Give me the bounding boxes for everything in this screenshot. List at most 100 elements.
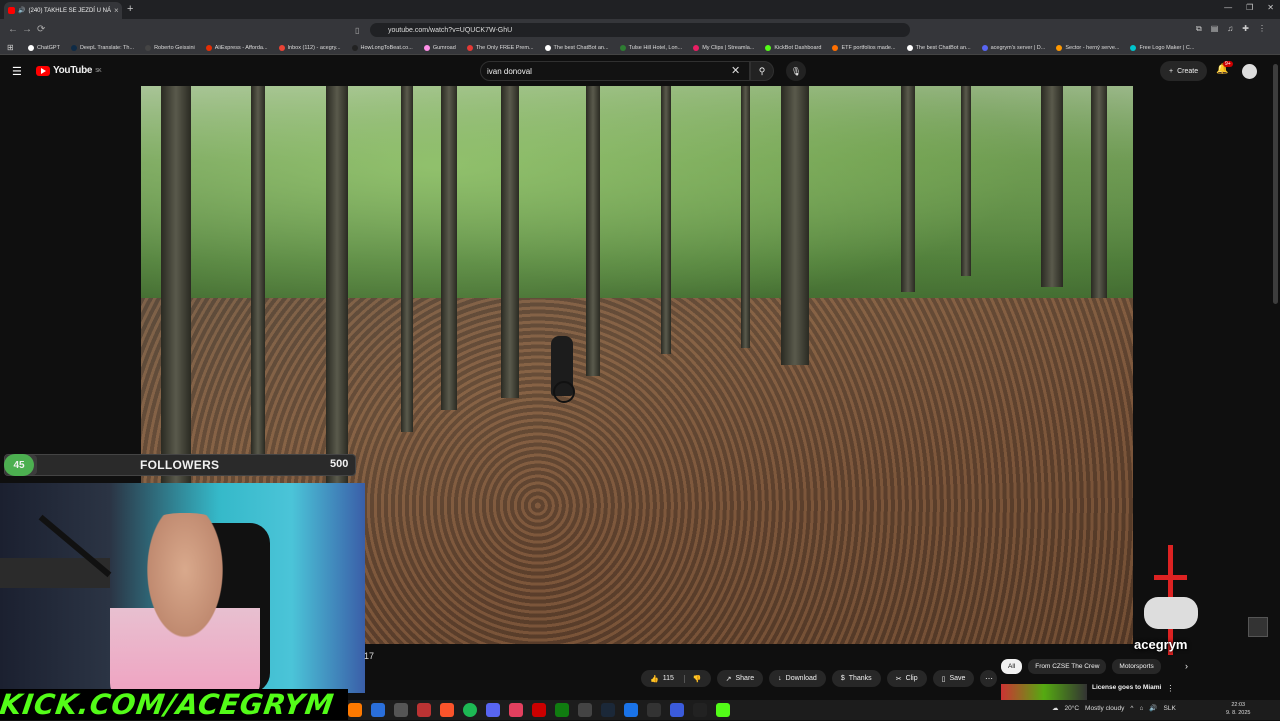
like-button[interactable]: 👍 115 👎 [641, 670, 711, 687]
bookmark-item[interactable]: The Only FREE Prem... [466, 45, 534, 51]
network-icon[interactable]: ⌂ [1139, 705, 1143, 712]
share-button[interactable]: ↗ Share [716, 670, 764, 687]
extension-icon[interactable]: ⧉ [1196, 24, 1202, 34]
folder-icon[interactable] [578, 703, 592, 717]
create-label: Create [1177, 67, 1199, 75]
bookmark-item[interactable]: Gumroad [423, 45, 456, 51]
tab-audio-icon[interactable]: 🔊 [18, 7, 25, 14]
extensions-toolbar: ⧉ ▤ ♫ ✚ ⋮ [1196, 24, 1266, 34]
forward-icon[interactable]: → [22, 24, 32, 35]
weather-temp[interactable]: 20°C [1065, 705, 1080, 712]
weather-desc[interactable]: Mostly cloudy [1085, 705, 1124, 712]
kick-icon[interactable] [716, 703, 730, 717]
chevron-right-icon[interactable]: › [1185, 661, 1188, 671]
tab-close-icon[interactable]: × [114, 6, 119, 15]
bookmark-item[interactable]: My Clips | Streamla... [693, 45, 754, 51]
search-input[interactable]: ivan donoval [480, 61, 750, 81]
notifications-button[interactable]: 🔔 9+ [1216, 61, 1233, 75]
app3-icon[interactable] [693, 703, 707, 717]
reload-icon[interactable]: ⟳ [37, 24, 45, 35]
discord-icon[interactable] [486, 703, 500, 717]
clip-button[interactable]: ✂ Clip [886, 670, 927, 687]
create-button[interactable]: + Create [1160, 61, 1208, 81]
bookmark-favicon-icon [423, 45, 430, 51]
bookmark-item[interactable]: ETF portfolios made... [832, 45, 896, 51]
bookmark-item[interactable]: Sector - herný serve... [1056, 45, 1119, 51]
voice-search-button[interactable]: 🎙 [786, 61, 806, 81]
download-button[interactable]: ↓ Download [769, 670, 826, 687]
bookmark-item[interactable]: acegrym's server | D... [981, 45, 1045, 51]
bookmark-favicon-icon [693, 45, 700, 51]
logo-text: acegrym [1134, 637, 1188, 652]
language-indicator[interactable]: SLK [1164, 705, 1176, 712]
taskbar-clock[interactable]: 22:03 9. 8. 2025 [1226, 701, 1250, 717]
sidebar-icon[interactable]: ▤ [1211, 24, 1219, 34]
thanks-button[interactable]: $ Thanks [831, 670, 881, 687]
chip-motorsports[interactable]: Motorsports [1112, 659, 1161, 674]
chip-channel[interactable]: From CZSE The Crew [1028, 659, 1107, 674]
bookmark-item[interactable]: DeepL Translate: Th... [70, 45, 135, 51]
miniplayer-icon[interactable] [1248, 617, 1268, 637]
apps-grid-icon[interactable]: ⊞ [7, 43, 14, 52]
firefox-icon[interactable] [348, 703, 362, 717]
bookmark-item[interactable]: Roberto Geissini [145, 45, 195, 51]
back-icon[interactable]: ← [8, 24, 18, 35]
microphone-icon: 🎙 [790, 66, 802, 76]
calculator-icon[interactable] [394, 703, 408, 717]
spotify-icon[interactable] [463, 703, 477, 717]
puzzle-icon[interactable]: ✚ [1242, 24, 1249, 34]
url-text: youtube.com/watch?v=UQUCK7W-GhU [388, 26, 513, 34]
music-icon[interactable]: ♫ [1227, 24, 1233, 34]
bookmark-page-icon[interactable]: ▯ [355, 26, 359, 35]
chip-all[interactable]: All [1001, 659, 1023, 674]
notification-badge: 9+ [1223, 61, 1233, 67]
bookmark-item[interactable]: AliExpress - Afforda... [205, 45, 268, 51]
save-button[interactable]: ▯ Save [932, 670, 975, 687]
bookmark-item[interactable]: ChatGPT [28, 45, 60, 51]
new-tab-button[interactable]: + [127, 3, 133, 15]
bookmark-favicon-icon [832, 45, 839, 51]
browser-tab-bar [0, 0, 1280, 19]
followers-goal: 500 [330, 458, 349, 470]
page-scrollbar[interactable] [1272, 56, 1280, 700]
xbox-icon[interactable] [555, 703, 569, 717]
clear-search-icon[interactable]: ✕ [731, 64, 740, 77]
close-window-icon[interactable]: ✕ [1267, 3, 1274, 12]
opera-icon[interactable] [532, 703, 546, 717]
menu-hamburger-icon[interactable]: ☰ [12, 65, 22, 78]
bookmark-item[interactable]: The best ChatBot an... [906, 45, 971, 51]
bookmark-item[interactable]: Free Logo Maker | C... [1130, 45, 1194, 51]
edge-icon[interactable] [371, 703, 385, 717]
steam-icon[interactable] [601, 703, 615, 717]
media-icon[interactable] [417, 703, 431, 717]
bookmark-label: DeepL Translate: Th... [79, 45, 135, 51]
bookmark-item[interactable]: Tulse Hill Hotel, Lon... [619, 45, 682, 51]
chrome-icon[interactable] [624, 703, 638, 717]
bookmark-item[interactable]: The best ChatBot an... [544, 45, 609, 51]
avatar[interactable] [1242, 64, 1257, 79]
minimize-icon[interactable]: — [1224, 3, 1232, 12]
bookmark-favicon-icon [466, 45, 473, 51]
bookmark-favicon-icon [1056, 45, 1063, 51]
maximize-icon[interactable]: ❐ [1246, 3, 1253, 12]
thumbs-down-icon[interactable]: 👎 [683, 674, 702, 683]
youtube-logo[interactable]: YouTube SK [36, 65, 102, 76]
menu-dots-icon[interactable]: ⋮ [1258, 24, 1266, 34]
bookmark-item[interactable]: KickBot Dashboard [765, 45, 821, 51]
app2-icon[interactable] [670, 703, 684, 717]
brave-icon[interactable] [440, 703, 454, 717]
more-actions-button[interactable]: ⋯ [980, 670, 998, 687]
browser-tab-active[interactable]: 🔊 (240) TAKHLE SE JEZDÍ U NÁ × [4, 2, 122, 19]
kick-banner-text: KICK.COM/ACEGRYM [0, 688, 337, 721]
tray-chevron-icon[interactable]: ^ [1130, 705, 1133, 712]
bookmark-favicon-icon [28, 45, 34, 51]
share-label: Share [735, 675, 755, 682]
url-bar[interactable]: youtube.com/watch?v=UQUCK7W-GhU [370, 23, 910, 37]
app-icon[interactable] [647, 703, 661, 717]
bookmark-item[interactable]: HowLongToBeat.co... [351, 45, 413, 51]
instagram-icon[interactable] [509, 703, 523, 717]
thumbs-up-icon: 👍 [650, 675, 659, 683]
bookmark-item[interactable]: Inbox (112) - acegry... [278, 45, 341, 51]
volume-icon[interactable]: 🔊 [1149, 704, 1157, 712]
search-button[interactable]: ⚲ [750, 61, 774, 81]
